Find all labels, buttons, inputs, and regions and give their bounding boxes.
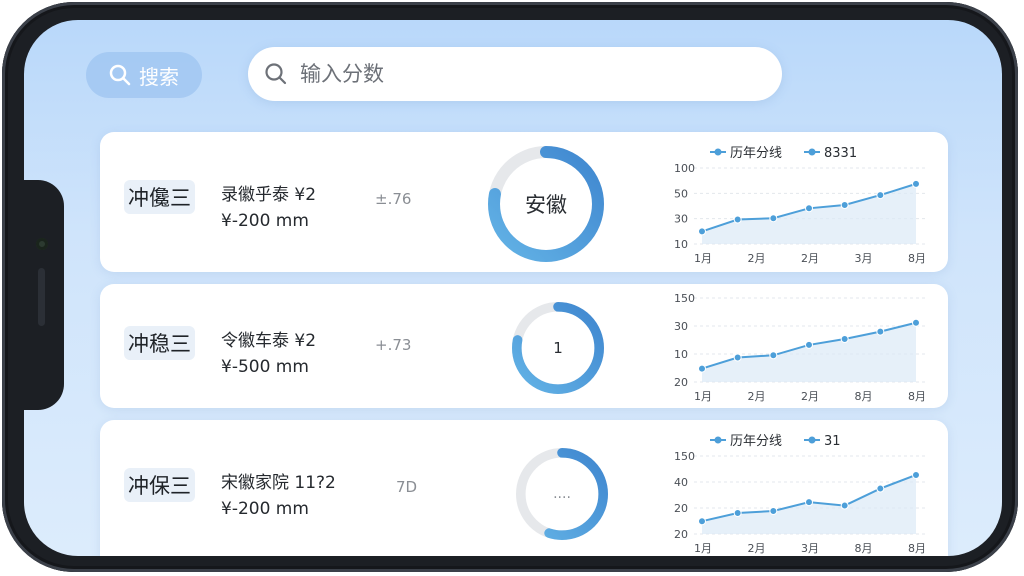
data-point (769, 351, 778, 360)
app-screen: 搜索 冲儳三 录徽乎泰 ¥2 ¥-200 mm ±.76 安徽 历年分线 8331… (24, 20, 1002, 556)
x-tick-label: 2月 (748, 542, 766, 555)
y-tick-label: 50 (674, 187, 688, 200)
data-point (840, 335, 849, 343)
progress-donut: 1 (510, 300, 606, 396)
school-detail: ¥-500 mm (221, 357, 309, 377)
score-value: 7D (396, 478, 418, 496)
legend-label: 历年分线 (730, 434, 782, 449)
camera-icon (36, 238, 48, 250)
y-tick-label: 30 (674, 320, 688, 333)
speaker-grille (38, 268, 45, 326)
data-point (876, 484, 885, 493)
x-tick-label: 8月 (908, 252, 926, 265)
data-point (805, 498, 813, 507)
x-tick-label: 2月 (801, 390, 819, 403)
y-tick-label: 20 (674, 376, 688, 389)
x-tick-label: 1月 (694, 252, 712, 265)
progress-donut: 安徽 (486, 144, 606, 264)
data-point (769, 507, 778, 515)
x-tick-label: 8月 (908, 390, 926, 403)
y-tick-label: 100 (674, 162, 695, 175)
search-button-label: 搜索 (139, 64, 179, 89)
data-point (840, 201, 849, 209)
school-detail: ¥-200 mm (221, 499, 309, 519)
school-tier-label: 冲保三 (124, 468, 195, 502)
score-value: +.73 (375, 336, 412, 354)
data-point (733, 215, 742, 224)
data-point (912, 470, 920, 479)
data-point (876, 327, 885, 336)
school-name: 令徽车泰 ¥2 (221, 331, 317, 351)
data-point (876, 191, 885, 200)
y-tick-label: 40 (674, 476, 688, 489)
data-point (698, 517, 706, 526)
x-tick-label: 3月 (801, 542, 819, 555)
search-input[interactable] (298, 61, 602, 87)
data-point (912, 318, 920, 327)
x-tick-label: 1月 (694, 390, 712, 403)
legend-label: 历年分线 (730, 146, 782, 161)
school-info: 宋徽家院 11?2 ¥-200 mm (221, 470, 336, 522)
search-icon (109, 64, 131, 86)
phone-notch (24, 180, 64, 410)
x-tick-label: 8月 (855, 390, 873, 403)
school-detail: ¥-200 mm (221, 211, 309, 231)
score-value: ±.76 (375, 190, 412, 208)
y-tick-label: 20 (674, 502, 688, 515)
data-point (912, 179, 920, 188)
x-tick-label: 3月 (855, 252, 873, 265)
legend-marker (714, 148, 722, 156)
trend-chart: 历年分线 8331 100 50 30 10 1月 2月 2月 3月 8月 (674, 146, 928, 265)
x-tick-label: 2月 (748, 390, 766, 403)
x-tick-label: 2月 (801, 252, 819, 265)
data-point (698, 227, 706, 236)
y-tick-label: 150 (674, 450, 695, 463)
progress-donut: .... (514, 446, 610, 542)
school-tier-label: 冲儳三 (124, 180, 195, 214)
donut-label: .... (553, 486, 571, 502)
trend-chart: 历年分线 31 150 40 20 20 1月 2月 3月 8月 8月 (674, 434, 928, 555)
school-name: 录徽乎泰 ¥2 (221, 185, 317, 205)
data-point (805, 340, 813, 349)
school-card[interactable]: 冲保三 宋徽家院 11?2 ¥-200 mm 7D .... 历年分线 31 150… (100, 420, 948, 556)
legend-label: 31 (824, 434, 841, 449)
data-point (733, 509, 742, 518)
data-point (733, 353, 742, 362)
legend-marker (808, 148, 816, 156)
trend-chart: 150 30 10 20 1月 2月 2月 8月 8月 (674, 292, 928, 403)
school-card[interactable]: 冲儳三 录徽乎泰 ¥2 ¥-200 mm ±.76 安徽 历年分线 8331 100… (100, 132, 948, 272)
search-button[interactable]: 搜索 (86, 52, 202, 98)
school-info: 令徽车泰 ¥2 ¥-500 mm (221, 328, 316, 380)
donut-label: 安徽 (525, 193, 567, 217)
x-tick-label: 1月 (694, 542, 712, 555)
x-tick-label: 8月 (908, 542, 926, 555)
y-tick-label: 20 (674, 528, 688, 541)
search-icon (265, 63, 287, 85)
y-tick-label: 30 (674, 213, 688, 226)
school-name: 宋徽家院 11?2 (221, 473, 336, 493)
x-tick-label: 2月 (748, 252, 766, 265)
data-point (805, 204, 813, 213)
legend-marker (714, 436, 722, 444)
school-card[interactable]: 冲稳三 令徽车泰 ¥2 ¥-500 mm +.73 1 150 30 10 20 1月 2… (100, 284, 948, 408)
legend-label: 8331 (824, 146, 857, 161)
donut-label: 1 (553, 339, 563, 357)
y-tick-label: 10 (674, 348, 688, 361)
y-tick-label: 150 (674, 292, 695, 305)
score-search-field[interactable] (248, 47, 782, 101)
data-point (698, 364, 706, 373)
data-point (769, 214, 778, 223)
data-point (840, 501, 849, 510)
school-info: 录徽乎泰 ¥2 ¥-200 mm (221, 182, 316, 234)
y-tick-label: 10 (674, 238, 688, 251)
x-tick-label: 8月 (855, 542, 873, 555)
legend-marker (808, 436, 816, 444)
school-tier-label: 冲稳三 (124, 326, 195, 360)
